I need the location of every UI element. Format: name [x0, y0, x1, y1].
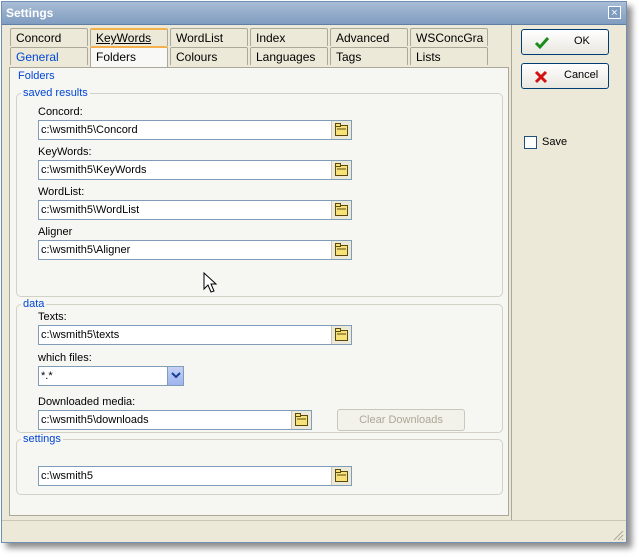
chevron-down-icon: [171, 372, 181, 379]
tab-tags[interactable]: Tags: [330, 47, 408, 65]
tab-colours[interactable]: Colours: [170, 47, 248, 65]
settings-legend: settings: [21, 433, 63, 445]
tab-advanced[interactable]: Advanced: [330, 28, 408, 46]
folder-icon: [335, 328, 348, 341]
wordlist-browse-button[interactable]: [331, 201, 351, 219]
vertical-separator: [511, 25, 512, 520]
saved-results-legend: saved results: [21, 87, 90, 99]
wordlist-label: WordList:: [38, 186, 85, 198]
aligner-browse-button[interactable]: [331, 241, 351, 259]
folders-panel: Folders saved results Concord: c:\wsmith…: [9, 67, 509, 516]
tab-lists[interactable]: Lists: [410, 47, 488, 65]
texts-folder-field[interactable]: c:\wsmith5\texts: [38, 325, 352, 345]
keywords-label: KeyWords:: [38, 146, 92, 158]
ok-button[interactable]: OK: [521, 29, 609, 55]
aligner-label: Aligner: [38, 226, 73, 238]
keywords-folder-field[interactable]: c:\wsmith5\KeyWords: [38, 160, 352, 180]
folder-icon: [335, 123, 348, 136]
tab-folders[interactable]: Folders: [90, 46, 168, 67]
ok-label: OK: [574, 35, 590, 47]
status-bar: [2, 520, 626, 543]
concord-label: Concord:: [38, 106, 83, 118]
tab-general[interactable]: General: [10, 47, 88, 65]
downloaded-media-label: Downloaded media:: [38, 396, 136, 408]
which-files-dropdown-button[interactable]: [167, 367, 183, 385]
tab-concord[interactable]: Concord: [10, 28, 88, 46]
red-x-icon: [534, 70, 548, 84]
tab-index[interactable]: Index: [250, 28, 328, 46]
texts-label: Texts:: [38, 311, 67, 323]
which-files-select[interactable]: *.*: [38, 366, 184, 386]
cancel-button[interactable]: Cancel: [521, 63, 609, 89]
close-button[interactable]: ×: [608, 6, 621, 19]
keywords-browse-button[interactable]: [331, 161, 351, 179]
cancel-label: Cancel: [564, 69, 599, 81]
folder-icon: [335, 163, 348, 176]
close-icon: ×: [611, 7, 618, 19]
folder-icon: [295, 413, 308, 426]
data-legend: data: [21, 298, 47, 310]
clear-downloads-button[interactable]: Clear Downloads: [337, 409, 465, 431]
title-bar[interactable]: Settings ×: [2, 2, 626, 25]
settings-window: Settings × Concord KeyWords WordList Ind…: [1, 1, 627, 543]
aligner-folder-field[interactable]: c:\wsmith5\Aligner: [38, 240, 352, 260]
tab-wsconcgra[interactable]: WSConcGra: [410, 28, 488, 46]
tab-keywords[interactable]: KeyWords: [90, 28, 168, 46]
concord-browse-button[interactable]: [331, 121, 351, 139]
folder-icon: [335, 203, 348, 216]
wordlist-folder-field[interactable]: c:\wsmith5\WordList: [38, 200, 352, 220]
folders-title: Folders: [16, 70, 57, 82]
resize-grip-icon[interactable]: [612, 529, 624, 541]
save-label: Save: [542, 136, 568, 148]
which-files-label: which files:: [38, 352, 92, 364]
save-checkbox[interactable]: [524, 136, 537, 149]
checkmark-icon: [534, 37, 550, 50]
folder-icon: [335, 469, 348, 482]
settings-browse-button[interactable]: [331, 467, 351, 485]
folder-icon: [335, 243, 348, 256]
window-title: Settings: [6, 6, 54, 20]
settings-folder-field[interactable]: c:\wsmith5: [38, 466, 352, 486]
mouse-cursor-icon: [203, 272, 217, 293]
downloaded-media-folder-field[interactable]: c:\wsmith5\downloads: [38, 410, 312, 430]
concord-folder-field[interactable]: c:\wsmith5\Concord: [38, 120, 352, 140]
tab-languages[interactable]: Languages: [250, 47, 328, 65]
texts-browse-button[interactable]: [331, 326, 351, 344]
tab-wordlist[interactable]: WordList: [170, 28, 248, 46]
downloads-browse-button[interactable]: [291, 411, 311, 429]
